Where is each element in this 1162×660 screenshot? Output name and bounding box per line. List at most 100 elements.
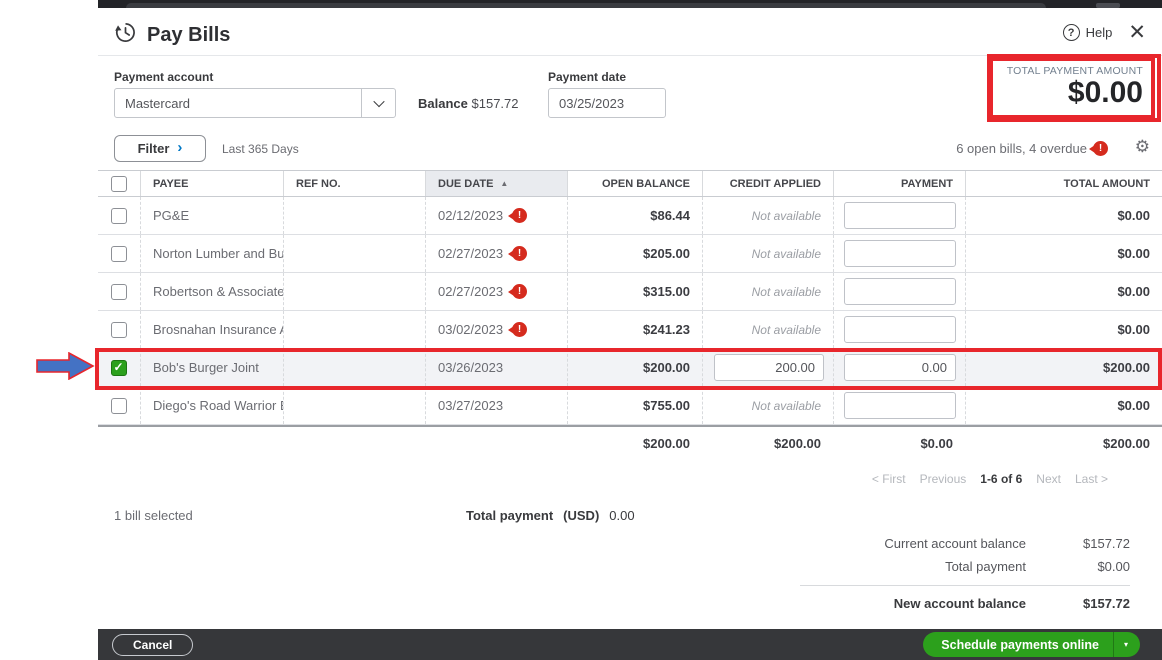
filter-button[interactable]: Filter › [114,135,206,162]
bills-selected-count: 1 bill selected [114,508,193,523]
close-icon[interactable]: ✕ [1128,22,1146,43]
sort-asc-icon: ▲ [500,179,509,188]
totals-total-amount: $200.00 [1103,435,1150,451]
balance-value: $157.72 [471,96,519,111]
pagination-first[interactable]: < First [872,472,906,486]
payment-input[interactable] [844,392,956,419]
select-all-checkbox[interactable] [111,175,127,192]
browser-chrome-strip [98,0,1162,8]
page-title: Pay Bills [147,23,231,46]
total-payment-label: Total payment [466,508,554,523]
overdue-warning-icon: ! [508,284,528,299]
row-checkbox[interactable] [111,207,127,224]
total-amount-cell: $0.00 [965,235,1162,272]
filter-chevron-icon: › [177,139,183,156]
ref-cell [283,387,425,424]
summary-total-payment-label: Total payment [945,559,1026,574]
pagination-last[interactable]: Last > [1075,472,1108,486]
open-balance-cell: $200.00 [567,349,702,386]
schedule-payments-button[interactable]: Schedule payments online ▾ [923,632,1140,657]
total-amount-cell: $0.00 [965,311,1162,348]
pagination-previous[interactable]: Previous [920,472,967,486]
pay-bills-page: Pay Bills ? Help ✕ Payment account Maste… [0,0,1162,660]
payee-cell: Brosnahan Insurance Ag... [140,311,283,348]
open-balance-cell: $315.00 [567,273,702,310]
payment-date-label: Payment date [548,70,627,84]
footer-bar: Cancel Schedule payments online ▾ [98,629,1162,660]
table-row: Norton Lumber and Buil... 02/27/2023! $2… [98,235,1162,273]
totals-credit-applied: $200.00 [774,435,821,451]
header-due-date[interactable]: DUE DATE ▲ [425,171,567,196]
balance-label: Balance [418,96,468,111]
due-date-cell: 03/26/2023 [425,349,567,386]
table-row: PG&E 02/12/2023! $86.44 Not available $0… [98,197,1162,235]
credit-applied-cell: Not available [702,387,833,424]
row-checkbox-checked[interactable] [111,359,127,376]
total-payment-line: Total payment (USD) 0.00 [466,508,635,523]
payee-cell: Bob's Burger Joint [140,349,283,386]
due-date-cell: 03/02/2023! [425,311,567,348]
payee-cell: Norton Lumber and Buil... [140,235,283,272]
credit-applied-cell: Not available [702,235,833,272]
gear-icon[interactable]: ⚙ [1135,137,1150,157]
header-credit-applied[interactable]: CREDIT APPLIED [702,171,833,196]
pay-bills-modal: Pay Bills ? Help ✕ Payment account Maste… [98,0,1162,660]
new-balance-value: $157.72 [1083,596,1130,611]
ref-cell [283,235,425,272]
payment-date-input[interactable] [548,88,666,118]
header-total-amount[interactable]: TOTAL AMOUNT [965,171,1162,196]
header-payment[interactable]: PAYMENT [833,171,965,196]
credit-applied-input[interactable] [714,354,824,381]
totals-payment: $0.00 [920,435,953,451]
payment-input[interactable] [844,240,956,267]
totals-open-balance: $200.00 [643,435,690,451]
table-row: Diego's Road Warrior Bo... 03/27/2023 $7… [98,387,1162,425]
credit-applied-cell: Not available [702,311,833,348]
total-amount-cell: $0.00 [965,273,1162,310]
open-balance-cell: $755.00 [567,387,702,424]
new-balance-label: New account balance [893,596,1026,611]
ref-cell [283,273,425,310]
payee-cell: Robertson & Associates [140,273,283,310]
total-amount-cell: $0.00 [965,387,1162,424]
due-date-cell: 02/27/2023! [425,235,567,272]
header-payee[interactable]: PAYEE [140,171,283,196]
help-button[interactable]: ? Help [1062,24,1112,41]
pagination-next[interactable]: Next [1036,472,1061,486]
payment-input[interactable] [844,316,956,343]
payment-input[interactable] [844,354,956,381]
row-checkbox[interactable] [111,321,127,338]
payment-input[interactable] [844,202,956,229]
overdue-warning-icon: ! [508,208,528,223]
header-ref-no[interactable]: REF NO. [283,171,425,196]
filter-range-label: Last 365 Days [222,142,299,156]
overdue-warning-icon: ! [508,322,528,337]
total-amount-cell: $200.00 [965,349,1162,386]
schedule-dropdown-caret-icon[interactable]: ▾ [1112,632,1140,657]
open-balance-cell: $241.23 [567,311,702,348]
select-dropdown-zone[interactable] [361,89,395,117]
due-date-cell: 02/12/2023! [425,197,567,234]
row-checkbox[interactable] [111,283,127,300]
cancel-button[interactable]: Cancel [112,634,194,656]
row-checkbox[interactable] [111,397,127,414]
open-bills-status: 6 open bills, 4 overdue ! [956,141,1108,156]
row-checkbox[interactable] [111,245,127,262]
total-payment-value: 0.00 [609,508,635,523]
table-totals-row: $200.00 $200.00 $0.00 $200.00 [98,425,1162,459]
pagination-range: 1-6 of 6 [980,472,1023,486]
credit-applied-cell: Not available [702,273,833,310]
table-row: Robertson & Associates 02/27/2023! $315.… [98,273,1162,311]
overdue-warning-icon: ! [1089,141,1108,156]
payment-account-select[interactable]: Mastercard [114,88,396,118]
header-open-balance[interactable]: OPEN BALANCE [567,171,702,196]
current-balance-label: Current account balance [884,536,1026,551]
total-payment-amount-box: TOTAL PAYMENT AMOUNT $0.00 [989,57,1155,119]
payment-input[interactable] [844,278,956,305]
help-icon: ? [1062,24,1080,41]
overdue-warning-icon: ! [508,246,528,261]
pagination: < First Previous 1-6 of 6 Next Last > [872,472,1108,486]
open-balance-cell: $86.44 [567,197,702,234]
table-header-row: PAYEE REF NO. DUE DATE ▲ OPEN BALANCE CRE… [98,170,1162,197]
summary-divider [800,585,1130,586]
